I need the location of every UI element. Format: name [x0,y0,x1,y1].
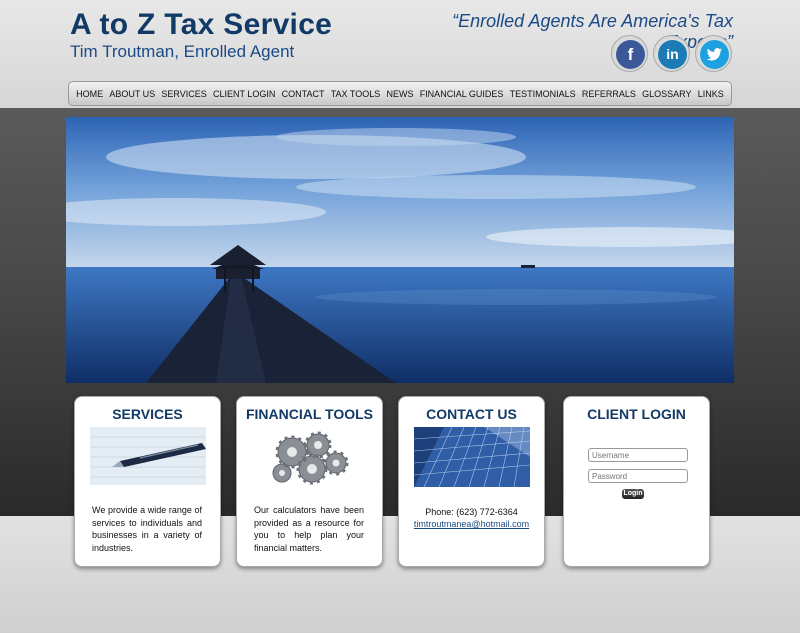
password-input[interactable] [588,469,688,483]
financial-tools-card-title[interactable]: FINANCIAL TOOLS [237,406,382,422]
nav-item-client-login[interactable]: CLIENT LOGIN [213,89,275,99]
services-card-title[interactable]: SERVICES [75,406,220,422]
nav-item-about-us[interactable]: ABOUT US [109,89,155,99]
main-navigation: HOME ABOUT US SERVICES CLIENT LOGIN CONT… [68,81,732,106]
site-subtitle: Tim Troutman, Enrolled Agent [70,42,295,61]
pier-seascape-image [66,117,734,383]
building-icon [414,427,530,487]
financial-tools-card[interactable]: FINANCIAL TOOLS Our calculators have bee… [236,396,383,567]
contact-phone: Phone: (623) 772-6364 [425,507,518,517]
nav-item-tax-tools[interactable]: TAX TOOLS [331,89,381,99]
nav-item-contact[interactable]: CONTACT [282,89,325,99]
linkedin-button[interactable]: in [653,35,690,72]
nav-item-glossary[interactable]: GLOSSARY [642,89,691,99]
nav-item-testimonials[interactable]: TESTIMONIALS [510,89,576,99]
site-title[interactable]: A to Z Tax Service [70,8,332,42]
client-login-card-title: CLIENT LOGIN [587,406,686,422]
nav-item-referrals[interactable]: REFERRALS [582,89,636,99]
login-button[interactable]: Login [622,489,644,499]
nav-item-services[interactable]: SERVICES [161,89,206,99]
username-input[interactable] [588,448,688,462]
services-card[interactable]: SERVICES We provide a wide range of serv… [74,396,221,567]
gears-icon [252,427,368,487]
pen-icon [90,427,206,485]
contact-email-link[interactable]: timtroutmanea@hotmail.com [399,518,544,531]
nav-item-financial-guides[interactable]: FINANCIAL GUIDES [420,89,504,99]
hero-image [66,117,734,383]
twitter-icon [700,40,729,69]
nav-item-home[interactable]: HOME [76,89,103,99]
gears-image [252,427,368,487]
pen-on-document-image [90,427,206,485]
linkedin-icon: in [658,40,687,69]
facebook-button[interactable]: f [611,35,648,72]
financial-tools-card-text: Our calculators have been provided as a … [254,505,364,553]
building-image [414,427,530,487]
contact-card-title[interactable]: CONTACT US [399,406,544,422]
client-login-card: CLIENT LOGIN Login [563,396,710,567]
facebook-icon: f [616,40,645,69]
contact-card[interactable]: CONTACT US Phone: (623) 772-6364 timtrou… [398,396,545,567]
twitter-button[interactable] [695,35,732,72]
nav-item-news[interactable]: NEWS [386,89,413,99]
twitter-bird-icon [706,48,722,61]
services-card-text: We provide a wide range of services to i… [92,505,202,553]
nav-item-links[interactable]: LINKS [698,89,724,99]
